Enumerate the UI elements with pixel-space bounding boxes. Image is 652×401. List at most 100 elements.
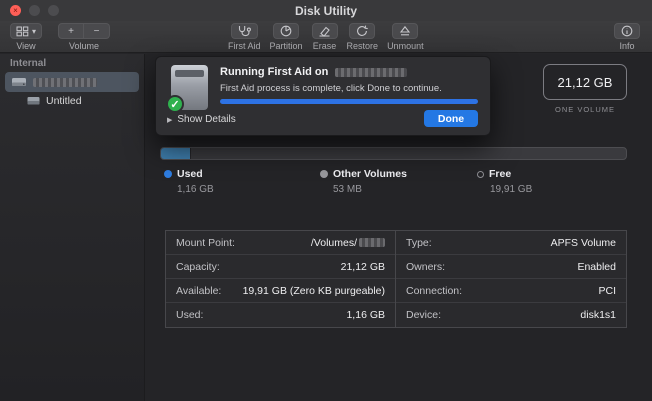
table-row: Available: 19,91 GB (Zero KB purgeable) bbox=[166, 279, 395, 303]
eraser-icon bbox=[319, 26, 330, 37]
first-aid-dialog: ✓ Running First Aid on First Aid process… bbox=[155, 56, 491, 136]
volume-group: + − Volume bbox=[58, 23, 110, 51]
device-value: disk1s1 bbox=[580, 309, 616, 321]
sidebar: Internal Untitled bbox=[0, 54, 145, 401]
capacity-value: 21,12 GB bbox=[340, 260, 385, 273]
info-group: Info bbox=[614, 23, 640, 51]
connection-value: PCI bbox=[598, 284, 616, 297]
details-left-column: Mount Point: /Volumes/ Capacity: 21,12 G… bbox=[166, 231, 396, 327]
restore-arrow-icon bbox=[357, 25, 369, 36]
details-table: Mount Point: /Volumes/ Capacity: 21,12 G… bbox=[165, 230, 627, 328]
restore-button[interactable] bbox=[349, 23, 376, 39]
details-right-column: Type: APFS Volume Owners: Enabled Connec… bbox=[396, 231, 626, 327]
table-row: Used: 1,16 GB bbox=[166, 303, 395, 327]
eject-icon bbox=[400, 25, 411, 36]
table-row: Device: disk1s1 bbox=[396, 303, 626, 327]
info-icon bbox=[621, 25, 633, 37]
chevron-down-icon: ▾ bbox=[32, 26, 37, 36]
partition-button[interactable] bbox=[273, 23, 300, 39]
redacted-volume-name bbox=[335, 67, 408, 77]
info-button[interactable] bbox=[614, 23, 640, 39]
pie-chart-icon bbox=[280, 25, 292, 37]
sidebar-item-disk[interactable] bbox=[5, 72, 139, 92]
sidebar-item-label: Untitled bbox=[46, 95, 82, 107]
type-value: APFS Volume bbox=[550, 236, 616, 249]
show-details-label: Show Details bbox=[177, 114, 236, 125]
view-label: View bbox=[16, 41, 36, 51]
info-label: Info bbox=[619, 41, 635, 51]
success-check-icon: ✓ bbox=[166, 95, 184, 113]
available-key: Available: bbox=[176, 284, 222, 297]
erase-label: Erase bbox=[312, 41, 337, 51]
grid-view-icon bbox=[16, 26, 29, 36]
table-row: Connection: PCI bbox=[396, 279, 626, 303]
free-dot-icon bbox=[477, 170, 484, 178]
redacted-disk-name bbox=[33, 77, 97, 87]
restore-label: Restore bbox=[346, 41, 379, 51]
table-row: Mount Point: /Volumes/ bbox=[166, 231, 395, 255]
erase-group: Erase bbox=[311, 23, 338, 51]
unmount-group: Unmount bbox=[387, 23, 424, 51]
restore-group: Restore bbox=[346, 23, 379, 51]
owners-key: Owners: bbox=[406, 260, 446, 273]
progress-bar bbox=[220, 99, 478, 104]
toolbar-actions: First Aid Partition Erase Restore Unmoun… bbox=[228, 23, 424, 51]
content-area: Internal Untitled 21,12 GB ONE VOLUME Us… bbox=[0, 54, 652, 401]
connection-key: Connection: bbox=[406, 284, 463, 297]
first-aid-button[interactable] bbox=[230, 23, 258, 39]
done-button[interactable]: Done bbox=[424, 110, 478, 127]
legend-free-label: Free bbox=[489, 168, 512, 180]
mount-point-value: /Volumes/ bbox=[310, 236, 357, 249]
view-button[interactable]: ▾ bbox=[10, 23, 43, 39]
partition-label: Partition bbox=[269, 41, 303, 51]
titlebar: × Disk Utility bbox=[0, 0, 652, 21]
volume-size-box: 21,12 GB bbox=[543, 64, 627, 100]
legend-used-value: 1,16 GB bbox=[177, 184, 214, 195]
owners-value: Enabled bbox=[577, 260, 616, 273]
redacted-mount-name bbox=[359, 238, 385, 247]
erase-button[interactable] bbox=[311, 23, 338, 39]
volume-icon bbox=[27, 97, 40, 105]
used-value: 1,16 GB bbox=[346, 309, 385, 321]
remove-volume-button[interactable]: − bbox=[84, 23, 110, 39]
disk-drive-icon: ✓ bbox=[166, 65, 208, 113]
partition-group: Partition bbox=[270, 23, 303, 51]
volume-label: Volume bbox=[68, 41, 100, 51]
available-value: 19,91 GB (Zero KB purgeable) bbox=[242, 284, 385, 297]
mount-point-key: Mount Point: bbox=[176, 236, 235, 249]
disclosure-triangle-icon: ▶ bbox=[167, 116, 173, 124]
show-details-toggle[interactable]: ▶ Show Details bbox=[167, 114, 236, 125]
volume-count-label: ONE VOLUME bbox=[554, 105, 615, 114]
used-dot-icon bbox=[164, 170, 172, 178]
type-key: Type: bbox=[406, 236, 432, 249]
add-volume-button[interactable]: + bbox=[58, 23, 84, 39]
capacity-key: Capacity: bbox=[176, 260, 220, 273]
other-volumes-dot-icon bbox=[320, 170, 328, 178]
dialog-title: Running First Aid on bbox=[220, 66, 408, 78]
usage-bar bbox=[160, 147, 627, 160]
legend-free-value: 19,91 GB bbox=[490, 184, 533, 195]
view-group: ▾ View bbox=[10, 23, 43, 51]
sidebar-item-untitled[interactable]: Untitled bbox=[5, 92, 139, 110]
legend-used-label: Used bbox=[177, 168, 203, 180]
legend-other-volumes-value: 53 MB bbox=[333, 184, 362, 195]
legend-used: Used 1,16 GB bbox=[164, 168, 214, 195]
table-row: Capacity: 21,12 GB bbox=[166, 255, 395, 279]
used-key: Used: bbox=[176, 309, 204, 321]
legend-other-volumes-label: Other Volumes bbox=[333, 168, 407, 180]
dialog-message: First Aid process is complete, click Don… bbox=[220, 83, 442, 94]
legend-other-volumes: Other Volumes 53 MB bbox=[320, 168, 407, 195]
usage-segment-used bbox=[161, 148, 191, 159]
disk-utility-window: × Disk Utility ▾ View + − Volume First A… bbox=[0, 0, 652, 401]
unmount-label: Unmount bbox=[387, 41, 424, 51]
first-aid-label: First Aid bbox=[228, 41, 261, 51]
stethoscope-icon bbox=[238, 26, 251, 37]
window-title: Disk Utility bbox=[294, 4, 357, 18]
eject-icon-button[interactable] bbox=[392, 23, 419, 39]
first-aid-group: First Aid bbox=[228, 23, 261, 51]
table-row: Type: APFS Volume bbox=[396, 231, 626, 255]
legend-free: Free 19,91 GB bbox=[477, 168, 532, 195]
table-row: Owners: Enabled bbox=[396, 255, 626, 279]
device-key: Device: bbox=[406, 309, 442, 321]
internal-disk-icon bbox=[12, 78, 26, 86]
